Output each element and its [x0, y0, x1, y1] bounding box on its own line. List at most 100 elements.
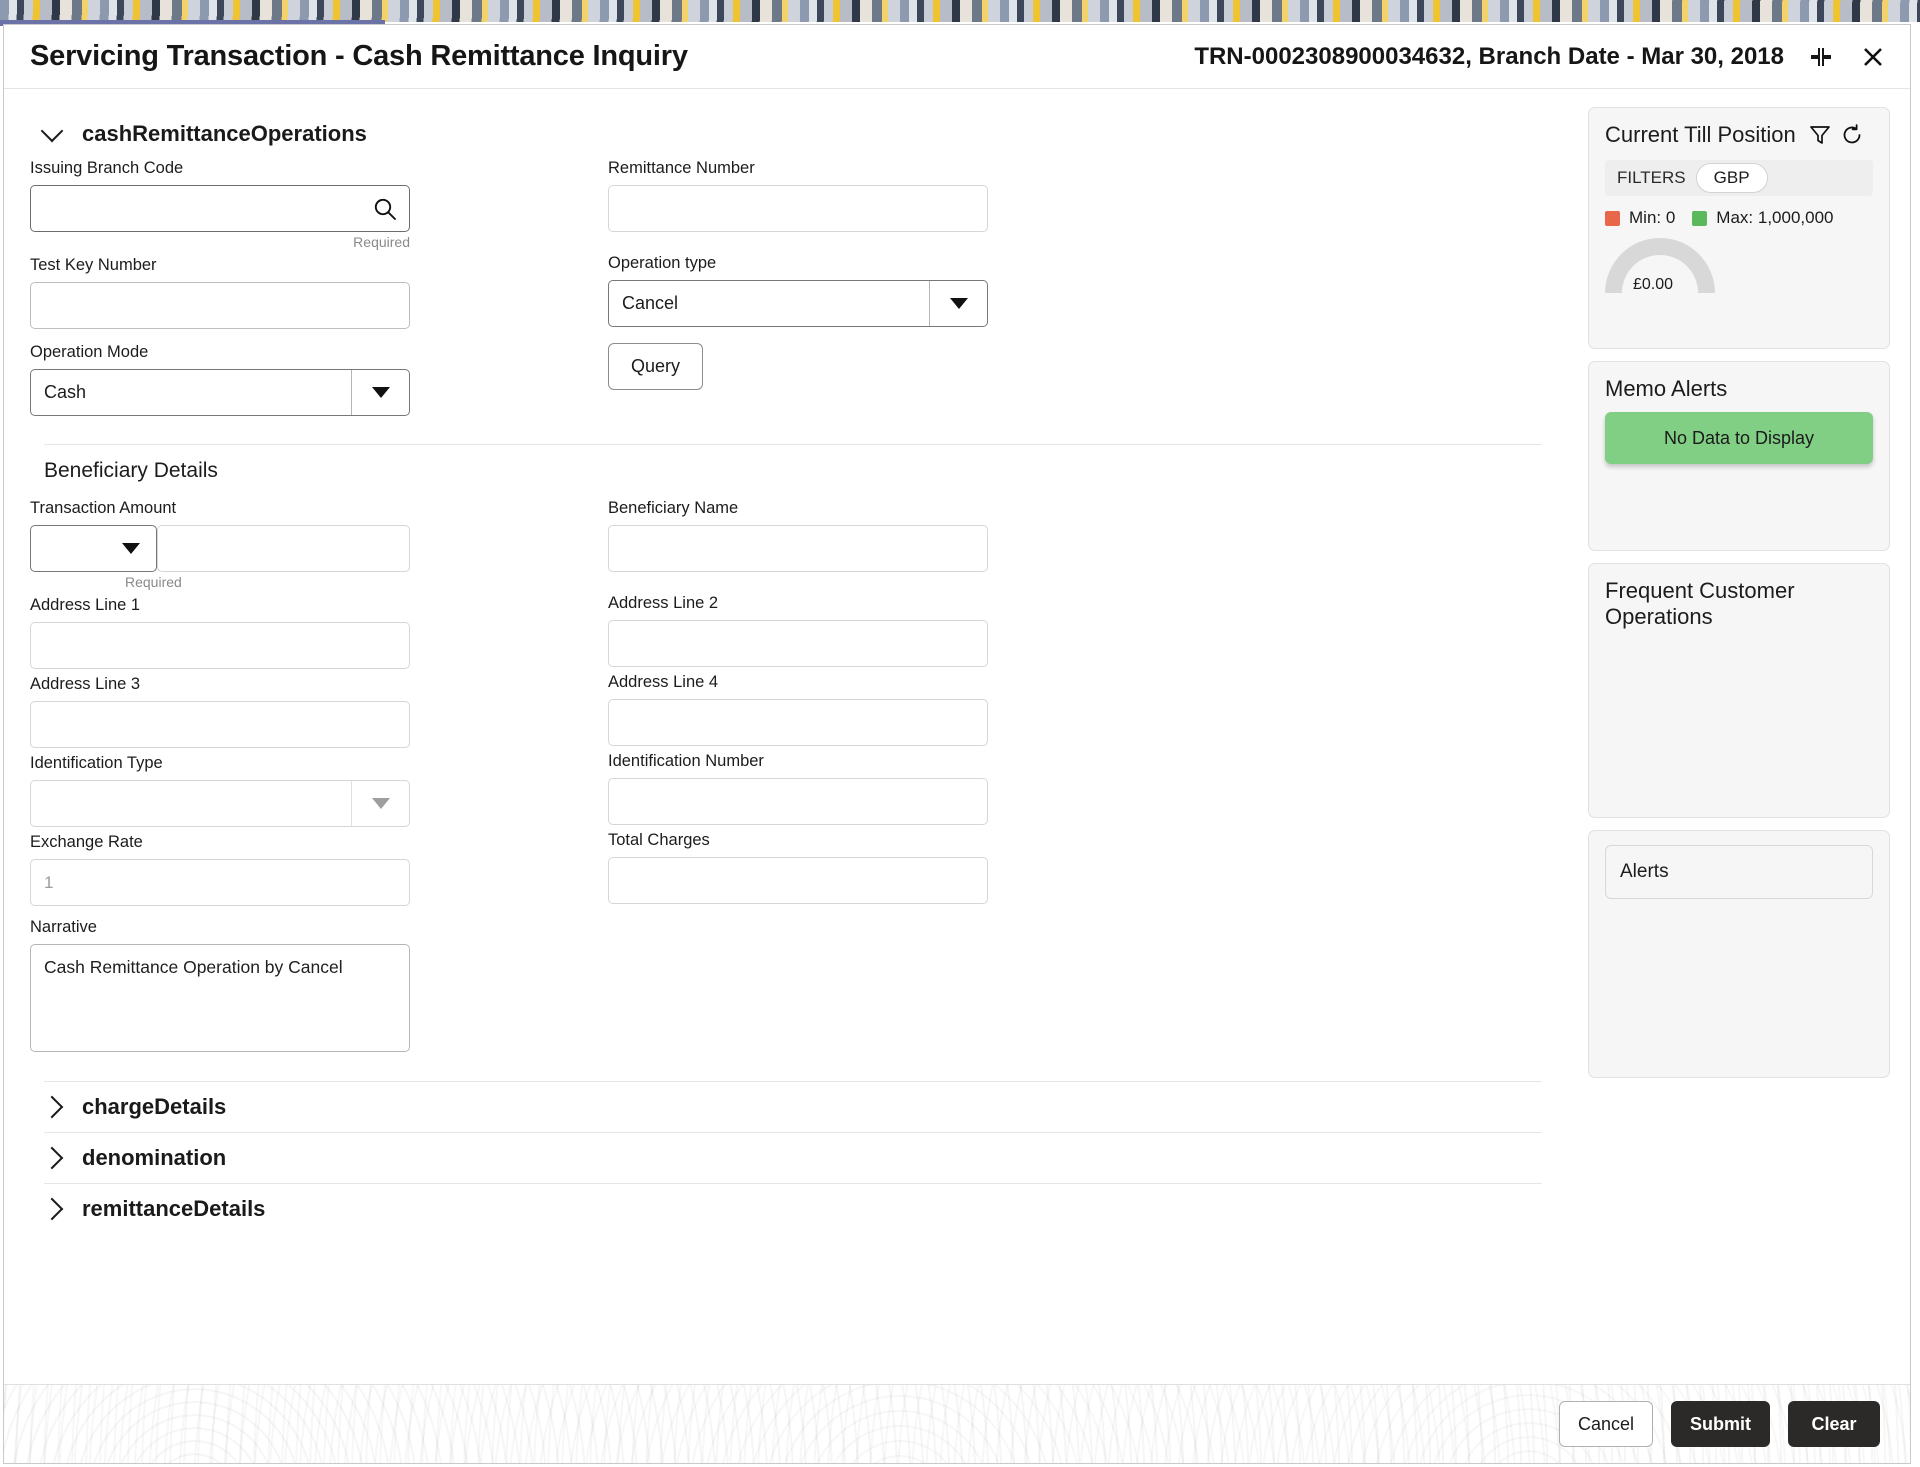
- helper-issuing-branch-code: Required: [353, 234, 410, 250]
- label-address-line-4: Address Line 4: [608, 673, 719, 691]
- total-charges-input[interactable]: [608, 857, 988, 904]
- field-exchange-rate: Exchange Rate: [30, 833, 608, 906]
- issuing-branch-code-input[interactable]: [30, 185, 410, 232]
- transaction-amount-input[interactable]: [157, 525, 410, 572]
- accordion-cash-remittance-operations[interactable]: cashRemittanceOperations: [30, 109, 1560, 159]
- test-key-number-input[interactable]: [30, 282, 410, 329]
- address-line-4-input[interactable]: [608, 699, 988, 746]
- accordion-title-denomination: denomination: [82, 1145, 227, 1170]
- chevron-down-icon: [40, 119, 64, 143]
- issuing-branch-code-wrap: [30, 185, 410, 232]
- remittance-number-input[interactable]: [608, 185, 988, 232]
- identification-type-select[interactable]: [30, 780, 410, 827]
- chevron-right-icon: [40, 1197, 64, 1221]
- beneficiary-name-input[interactable]: [608, 525, 988, 572]
- accordion-charge-details[interactable]: chargeDetails: [30, 1082, 1560, 1132]
- chevron-down-icon: [122, 543, 140, 554]
- till-max-label: Max: 1,000,000: [1716, 208, 1834, 227]
- till-gauge: £0.00: [1605, 238, 1715, 300]
- form-grid-beneficiary: Transaction Amount Required Address Line…: [30, 499, 1560, 1063]
- accordion-remittance-details[interactable]: remittanceDetails: [30, 1184, 1560, 1234]
- label-remittance-number: Remittance Number: [608, 159, 755, 177]
- submit-button[interactable]: Submit: [1671, 1401, 1770, 1447]
- field-address-line-1: Address Line 1: [30, 596, 608, 669]
- search-glyph: [374, 198, 396, 220]
- accordion-denomination[interactable]: denomination: [30, 1133, 1560, 1183]
- address-line-1-input[interactable]: [30, 622, 410, 669]
- side-panel: Current Till Position FILTERS GBP Min: 0…: [1588, 89, 1910, 1384]
- address-line-2-input[interactable]: [608, 620, 988, 667]
- form-column-right: Remittance Number Operation type Cancel: [608, 159, 1560, 422]
- search-icon[interactable]: [372, 196, 398, 222]
- operation-mode-select[interactable]: Cash: [30, 369, 410, 416]
- label-identification-type: Identification Type: [30, 754, 163, 772]
- field-transaction-amount: Transaction Amount Required: [30, 499, 608, 590]
- query-button-wrap: Query: [608, 343, 1560, 390]
- operation-mode-value: Cash: [44, 382, 87, 402]
- cancel-button[interactable]: Cancel: [1558, 1401, 1653, 1447]
- memo-alerts-banner[interactable]: No Data to Display: [1605, 412, 1873, 464]
- operation-type-arrow: [929, 281, 987, 326]
- label-test-key-number: Test Key Number: [30, 256, 157, 274]
- beneficiary-column-left: Transaction Amount Required Address Line…: [30, 499, 608, 1063]
- transaction-currency-select[interactable]: [30, 525, 157, 572]
- label-exchange-rate: Exchange Rate: [30, 833, 143, 851]
- label-transaction-amount: Transaction Amount: [30, 499, 177, 517]
- clear-button[interactable]: Clear: [1788, 1401, 1880, 1447]
- field-test-key-number: Test Key Number: [30, 256, 608, 329]
- transaction-amount-row: [30, 525, 608, 572]
- till-icons-group: [1808, 123, 1864, 147]
- field-remittance-number: Remittance Number: [608, 159, 1560, 232]
- alerts-header[interactable]: Alerts: [1605, 845, 1873, 899]
- close-glyph: [1864, 47, 1882, 66]
- frequent-customer-operations-title: Frequent Customer Operations: [1605, 578, 1795, 629]
- till-position-title: Current Till Position: [1605, 122, 1796, 147]
- page-title: Servicing Transaction - Cash Remittance …: [30, 40, 688, 72]
- funnel-filter-icon[interactable]: [1808, 123, 1832, 147]
- label-narrative: Narrative: [30, 918, 97, 936]
- filters-label: FILTERS: [1617, 168, 1686, 187]
- form-grid-top: Issuing Branch Code Required Test Key Nu…: [30, 159, 1560, 422]
- label-identification-number: Identification Number: [608, 752, 764, 770]
- label-total-charges: Total Charges: [608, 831, 710, 849]
- modal-header: Servicing Transaction - Cash Remittance …: [4, 25, 1910, 89]
- beneficiary-column-right: Beneficiary Name Address Line 2 Address …: [608, 499, 1560, 1063]
- chevron-right-icon: [40, 1146, 64, 1170]
- label-operation-mode: Operation Mode: [30, 343, 149, 361]
- accordion-title: cashRemittanceOperations: [82, 121, 367, 146]
- till-min-label: Min: 0: [1629, 208, 1676, 227]
- operation-mode-arrow: [351, 370, 409, 415]
- header-right-group: TRN-0002308900034632, Branch Date - Mar …: [1194, 42, 1888, 72]
- chevron-down-icon: [371, 387, 390, 398]
- label-issuing-branch-code: Issuing Branch Code: [30, 159, 184, 177]
- till-title-row: Current Till Position: [1605, 122, 1873, 148]
- chevron-down-icon: [371, 798, 390, 809]
- close-icon[interactable]: [1858, 42, 1888, 72]
- address-line-3-input[interactable]: [30, 701, 410, 748]
- chevron-right-icon: [40, 1095, 64, 1119]
- field-issuing-branch-code: Issuing Branch Code Required: [30, 159, 608, 250]
- beneficiary-details-heading: Beneficiary Details: [44, 459, 218, 482]
- transaction-modal-window: Servicing Transaction - Cash Remittance …: [3, 24, 1911, 1464]
- field-address-line-2: Address Line 2: [608, 594, 1560, 667]
- field-total-charges: Total Charges: [608, 831, 1560, 904]
- accordion-title-charge-details: chargeDetails: [82, 1094, 227, 1119]
- query-button[interactable]: Query: [608, 343, 703, 390]
- helper-transaction-amount: Required: [125, 574, 182, 590]
- field-narrative: Narrative: [30, 918, 608, 1057]
- exchange-rate-input[interactable]: [30, 859, 410, 906]
- form-column-left: Issuing Branch Code Required Test Key Nu…: [30, 159, 608, 422]
- min-color-swatch: [1605, 210, 1620, 226]
- narrative-textarea[interactable]: [30, 944, 410, 1052]
- field-operation-mode: Operation Mode Cash: [30, 343, 608, 416]
- frequent-customer-operations-card: Frequent Customer Operations: [1588, 563, 1890, 818]
- form-area: cashRemittanceOperations Issuing Branch …: [4, 89, 1588, 1384]
- currency-filter-pill[interactable]: GBP: [1695, 163, 1768, 193]
- max-color-swatch: [1692, 210, 1708, 226]
- identification-type-arrow: [351, 781, 409, 826]
- refresh-icon[interactable]: [1840, 123, 1864, 147]
- operation-type-select[interactable]: Cancel: [608, 280, 988, 327]
- identification-number-input[interactable]: [608, 778, 988, 825]
- collapse-corners-icon[interactable]: [1806, 42, 1836, 72]
- refresh-glyph: [1843, 124, 1861, 144]
